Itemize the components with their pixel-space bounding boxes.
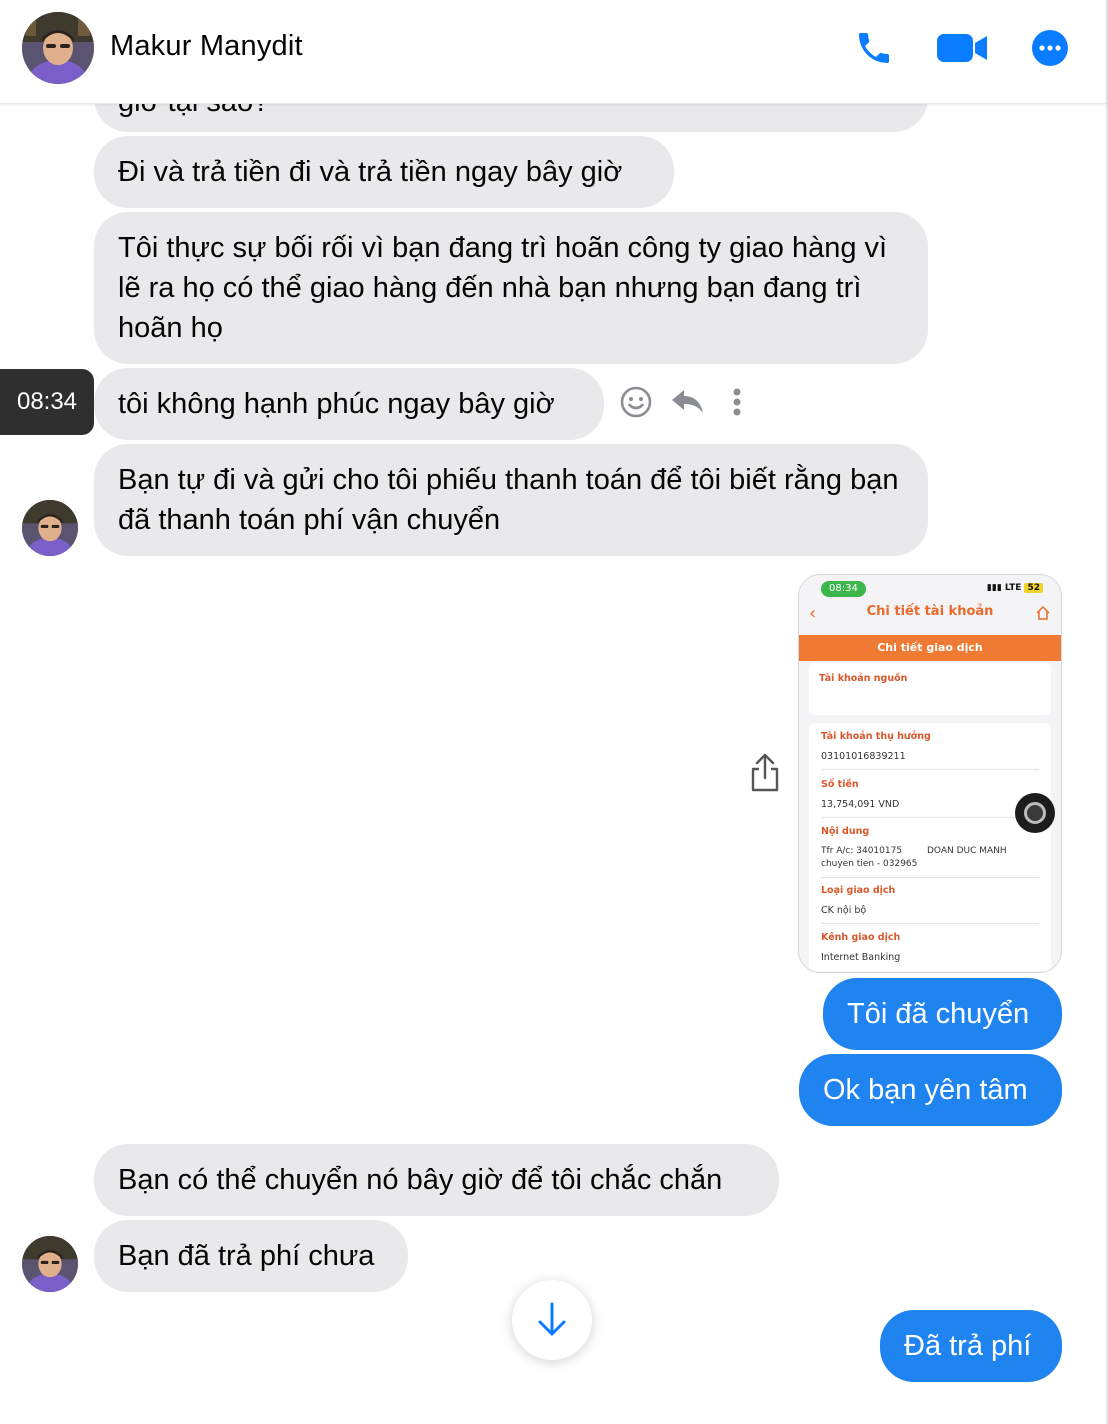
- message-text: Bạn đã trả phí chưa: [118, 1240, 375, 1272]
- source-label: Tài khoản nguồn: [819, 673, 908, 684]
- amount-value: 13,754,091 VND: [821, 799, 900, 810]
- divider: [821, 769, 1039, 770]
- message-text: Đi và trả tiền đi và trả tiền ngay bây g…: [118, 156, 623, 188]
- react-emoji-icon[interactable]: [618, 384, 654, 420]
- phone-icon[interactable]: [852, 26, 896, 70]
- hover-timestamp: 08:34: [0, 369, 94, 435]
- message-bubble-incoming[interactable]: Đi và trả tiền đi và trả tiền ngay bây g…: [94, 136, 674, 208]
- contact-name[interactable]: Makur Manydit: [110, 30, 303, 63]
- receipt-time: 08:34: [821, 581, 866, 597]
- receipt-source-card: Tài khoản nguồn: [809, 663, 1051, 715]
- receipt-topbar: ‹ Chi tiết tài khoản: [799, 599, 1061, 633]
- message-text: Bạn tự đi và gửi cho tôi phiếu thanh toá…: [118, 464, 899, 536]
- more-actions-icon[interactable]: [722, 387, 752, 417]
- share-icon[interactable]: [748, 752, 782, 794]
- channel-value: Internet Banking: [821, 952, 901, 963]
- beneficiary-label: Tài khoản thụ hưởng: [821, 731, 931, 742]
- signal-bars-icon: ▮▮▮: [986, 583, 1005, 593]
- channel-label: Kênh giao dịch: [821, 932, 901, 943]
- message-bubble-outgoing[interactable]: Tôi đã chuyển: [823, 978, 1062, 1050]
- home-icon: [1035, 605, 1051, 625]
- message-bubble-incoming[interactable]: Bạn có thể chuyển nó bây giờ để tôi chắc…: [94, 1144, 779, 1216]
- type-label: Loại giao dịch: [821, 885, 896, 896]
- message-text: Bạn có thể chuyển nó bây giờ để tôi chắc…: [118, 1164, 723, 1196]
- divider: [821, 817, 1039, 818]
- contact-avatar[interactable]: [22, 12, 94, 84]
- arrow-down-icon: [538, 1302, 566, 1336]
- message-text: Tôi thực sự bối rối vì bạn đang trì hoãn…: [118, 232, 888, 344]
- message-actions: [618, 381, 752, 423]
- content-line2: chuyen tien - 032965: [821, 859, 918, 869]
- receipt-status-bar: 08:34 ▮▮▮ LTE 52: [799, 581, 1061, 599]
- assistive-touch-icon: [1015, 793, 1055, 833]
- message-bubble-incoming[interactable]: Bạn tự đi và gửi cho tôi phiếu thanh toá…: [94, 444, 928, 556]
- message-bubble-incoming[interactable]: Bạn đã trả phí chưa: [94, 1220, 408, 1292]
- chat-header: Makur Manydit: [0, 0, 1106, 104]
- reply-icon[interactable]: [670, 387, 706, 417]
- shared-image-receipt[interactable]: 08:34 ▮▮▮ LTE 52 ‹ Chi tiết tài khoản Chi…: [798, 574, 1062, 973]
- divider: [821, 923, 1039, 924]
- more-options-icon[interactable]: [1030, 26, 1070, 70]
- message-bubble-outgoing[interactable]: Đã trả phí: [880, 1310, 1062, 1382]
- divider: [821, 877, 1039, 878]
- message-bubble-incoming[interactable]: tôi không hạnh phúc ngay bây giờ: [94, 368, 604, 440]
- video-camera-icon[interactable]: [934, 26, 990, 70]
- message-bubble-incoming[interactable]: Tôi thực sự bối rối vì bạn đang trì hoãn…: [94, 212, 928, 364]
- content-line1: Tfr A/c: 34010175: [821, 846, 903, 856]
- type-value: CK nội bộ: [821, 905, 867, 916]
- content-name: DOAN DUC MANH: [927, 846, 1007, 856]
- receipt-battery: 52: [1024, 583, 1043, 593]
- contact-avatar[interactable]: [22, 500, 78, 556]
- receipt-band-title: Chi tiết giao dịch: [799, 635, 1061, 661]
- receipt-network: LTE: [1004, 583, 1022, 593]
- scroll-to-bottom-button[interactable]: [512, 1280, 592, 1360]
- receipt-detail-card: Tài khoản thụ hưởng 03101016839211 Số ti…: [809, 723, 1051, 971]
- message-bubble-outgoing[interactable]: Ok bạn yên tâm: [799, 1054, 1062, 1126]
- message-text: Tôi đã chuyển: [847, 998, 1030, 1030]
- receipt-title: Chi tiết tài khoản: [866, 604, 994, 619]
- beneficiary-value: 03101016839211: [821, 751, 906, 762]
- message-text: Đã trả phí: [904, 1330, 1032, 1362]
- message-text: tôi không hạnh phúc ngay bây giờ: [118, 388, 555, 420]
- contact-avatar[interactable]: [22, 1236, 78, 1292]
- amount-label: Số tiền: [821, 779, 859, 790]
- receipt-signal: ▮▮▮ LTE 52: [987, 583, 1043, 593]
- content-label: Nội dung: [821, 826, 870, 837]
- message-text: Ok bạn yên tâm: [823, 1074, 1028, 1106]
